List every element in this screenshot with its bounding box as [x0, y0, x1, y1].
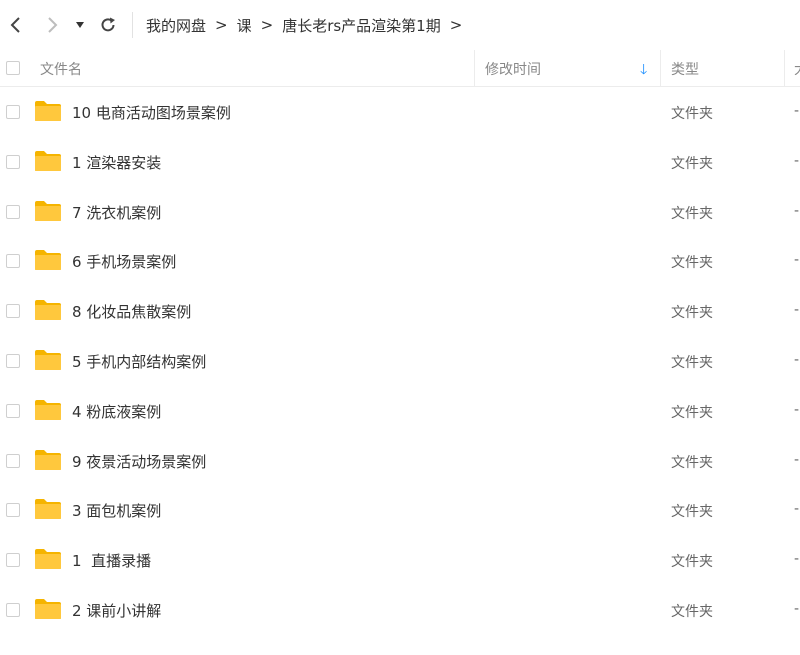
folder-icon: [35, 350, 61, 370]
breadcrumb-item-course[interactable]: 课: [237, 15, 252, 36]
file-type: 文件夹: [671, 155, 713, 172]
table-row[interactable]: 9 夜景活动场景案例 文件夹 -: [0, 436, 800, 486]
breadcrumb-separator: >: [215, 16, 228, 34]
file-size: -: [794, 352, 800, 368]
file-size: -: [794, 501, 800, 518]
row-checkbox[interactable]: [6, 105, 20, 119]
file-size: -: [794, 103, 800, 119]
breadcrumb: 我的网盘 > 课 > 唐长老rs产品渲染第1期 >: [146, 0, 471, 50]
table-row[interactable]: 7 洗衣机案例 文件夹 -: [0, 187, 800, 237]
row-checkbox[interactable]: [6, 453, 20, 468]
file-size: -: [794, 451, 800, 468]
breadcrumb-separator: >: [260, 16, 274, 34]
row-checkbox[interactable]: [6, 154, 20, 169]
file-size: -: [794, 551, 800, 568]
file-type: 文件夹: [671, 504, 713, 521]
column-header-type[interactable]: 类型: [671, 59, 699, 79]
folder-icon: [35, 150, 61, 171]
file-type: 文件夹: [671, 554, 713, 571]
file-type: 文件夹: [671, 404, 713, 421]
file-type: 文件夹: [671, 205, 713, 222]
file-table-header: 文件名 修改时间 🡓 类型 大: [0, 50, 800, 87]
toolbar-divider: [132, 12, 133, 38]
table-row[interactable]: 2 课前小讲解 文件夹 -: [0, 585, 800, 635]
column-divider[interactable]: [660, 50, 661, 86]
folder-icon: [35, 499, 61, 520]
chevron-left-icon: [10, 17, 20, 33]
file-type: 文件夹: [671, 106, 713, 122]
folder-icon: [35, 250, 61, 271]
table-row[interactable]: 6 手机场景案例 文件夹 -: [0, 236, 800, 286]
file-size: -: [794, 152, 800, 169]
table-row[interactable]: 8 化妆品焦散案例 文件夹 -: [0, 286, 800, 336]
folder-icon: [35, 599, 61, 619]
row-checkbox[interactable]: [6, 553, 20, 568]
column-header-size[interactable]: 大: [794, 59, 800, 79]
folder-icon: [35, 549, 61, 570]
column-header-modified[interactable]: 修改时间: [485, 59, 541, 79]
file-type: 文件夹: [671, 255, 713, 272]
file-name[interactable]: 1 渲染器安装: [72, 152, 161, 173]
file-name[interactable]: 7 洗衣机案例: [72, 202, 161, 223]
navigation-toolbar: 我的网盘 > 课 > 唐长老rs产品渲染第1期 >: [0, 0, 800, 50]
file-size: -: [794, 252, 800, 269]
row-checkbox[interactable]: [6, 503, 20, 518]
column-header-name[interactable]: 文件名: [40, 59, 82, 79]
folder-icon: [35, 300, 61, 321]
row-checkbox[interactable]: [6, 603, 20, 617]
file-size: -: [794, 401, 800, 418]
folder-icon: [35, 399, 61, 420]
row-checkbox[interactable]: [6, 204, 20, 219]
breadcrumb-dropdown-arrow[interactable]: >: [450, 16, 463, 34]
file-type: 文件夹: [671, 305, 713, 322]
row-checkbox[interactable]: [6, 403, 20, 418]
refresh-button[interactable]: [96, 13, 120, 37]
file-name[interactable]: 3 面包机案例: [72, 500, 161, 521]
select-all-checkbox[interactable]: [6, 61, 20, 75]
file-name[interactable]: 10 电商活动图场景案例: [72, 102, 231, 123]
file-name[interactable]: 5 手机内部结构案例: [72, 351, 206, 372]
history-dropdown-button[interactable]: [72, 13, 88, 37]
folder-icon: [35, 101, 61, 121]
column-divider[interactable]: [474, 50, 475, 86]
refresh-icon: [101, 17, 115, 32]
folder-icon: [35, 200, 61, 221]
file-type: 文件夹: [671, 454, 713, 471]
file-size: -: [794, 202, 800, 219]
file-size: -: [794, 302, 800, 319]
folder-icon: [35, 449, 61, 470]
breadcrumb-item-current-folder[interactable]: 唐长老rs产品渲染第1期: [282, 15, 441, 36]
file-type: 文件夹: [671, 355, 713, 371]
file-name[interactable]: 6 手机场景案例: [72, 251, 176, 272]
row-checkbox[interactable]: [6, 254, 20, 269]
caret-down-icon: [76, 22, 84, 28]
file-name[interactable]: 4 粉底液案例: [72, 401, 161, 422]
table-row[interactable]: 1 渲染器安装 文件夹 -: [0, 137, 800, 187]
table-row[interactable]: 1 直播录播 文件夹 -: [0, 535, 800, 585]
table-row[interactable]: 10 电商活动图场景案例 文件夹 -: [0, 87, 800, 137]
arrow-down-icon[interactable]: 🡓: [640, 59, 647, 83]
file-size: -: [794, 601, 800, 617]
back-button[interactable]: [4, 13, 28, 37]
file-name[interactable]: 9 夜景活动场景案例: [72, 451, 206, 472]
table-row[interactable]: 5 手机内部结构案例 文件夹 -: [0, 336, 800, 386]
row-checkbox[interactable]: [6, 304, 20, 319]
file-name[interactable]: 8 化妆品焦散案例: [72, 301, 191, 322]
row-checkbox[interactable]: [6, 354, 20, 368]
file-name[interactable]: 2 课前小讲解: [72, 600, 161, 621]
forward-button[interactable]: [40, 13, 64, 37]
file-type: 文件夹: [671, 604, 713, 620]
breadcrumb-item-my-drive[interactable]: 我的网盘: [146, 15, 206, 36]
column-divider[interactable]: [784, 50, 785, 86]
table-row[interactable]: 3 面包机案例 文件夹 -: [0, 485, 800, 535]
chevron-right-icon: [48, 17, 58, 33]
table-row[interactable]: 4 粉底液案例 文件夹 -: [0, 386, 800, 436]
file-name[interactable]: 1 直播录播: [72, 550, 151, 571]
